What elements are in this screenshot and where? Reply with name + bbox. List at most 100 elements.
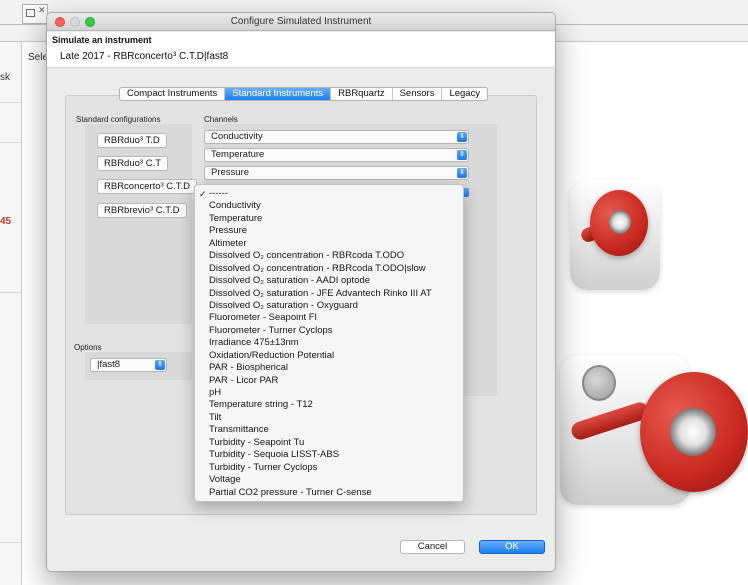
title-bar[interactable]: Configure Simulated Instrument [47,13,555,31]
divider [0,292,22,293]
channel-popup-1[interactable]: Conductivity ⇕ [204,130,469,144]
menu-item-label: PAR - Licor PAR [209,374,279,386]
instrument-summary: Late 2017 - RBRconcerto³ C.T.D|fast8 [60,51,229,62]
standard-configurations-label: Standard configurations [76,115,161,124]
options-popup[interactable]: |fast8 ⇕ [90,358,167,372]
channel-dropdown-menu: ✓ ------ Conductivity Temperature Pressure Al… [194,184,464,502]
menu-item[interactable]: Temperature string - T12 [195,399,463,411]
config-button-rbrduo-td[interactable]: RBRduo³ T.D [97,133,167,148]
menu-item[interactable]: Conductivity [195,200,463,212]
tab-standard-instruments[interactable]: Standard Instruments [225,88,332,100]
menu-item[interactable]: PAR - Biospherical [195,362,463,374]
menu-item-label: PAR - Biospherical [209,362,289,374]
menu-item[interactable]: Fluorometer - Turner Cyclops [195,325,463,337]
background-text: Sele [28,52,49,63]
config-button-rbrduo-ct[interactable]: RBRduo³ C.T [97,156,169,171]
menu-item[interactable]: Dissolved O₂ saturation - Oxyguard [195,300,463,312]
menu-item[interactable]: PAR - Licor PAR [195,375,463,387]
background-text: sk [0,72,10,83]
menu-item[interactable]: ✓ ------ [195,188,463,200]
menu-item-label: Temperature [209,212,263,224]
window-icon [26,9,35,17]
menu-item-label: Dissolved O₂ concentration - RBRcoda T.O… [209,250,405,262]
header-panel: Simulate an instrument Late 2017 - RBRco… [47,32,555,68]
menu-item[interactable]: Turbidity - Turner Cyclops [195,462,463,474]
menu-item[interactable]: Dissolved O₂ saturation - AADI optode [195,275,463,287]
chevron-updown-icon: ⇕ [457,168,467,178]
menu-item[interactable]: Altimeter [195,238,463,250]
window-title: Configure Simulated Instrument [230,16,372,27]
menu-item-label: ------ [209,188,228,199]
menu-item-label: Oxidation/Reduction Potential [209,349,335,361]
options-label: Options [74,343,102,352]
chevron-updown-icon: ⇕ [457,150,467,160]
menu-item[interactable]: Oxidation/Reduction Potential [195,350,463,362]
channel-value: Pressure [211,167,250,178]
tab-bar: Compact Instruments Standard Instruments… [119,87,489,101]
divider [0,142,22,143]
menu-item[interactable]: Fluorometer - Seapoint Fl [195,312,463,324]
menu-item[interactable]: Pressure [195,225,463,237]
tab-sensors[interactable]: Sensors [393,88,443,100]
menu-item[interactable]: Dissolved O₂ concentration - RBRcoda T.O… [195,263,463,275]
menu-item-label: Transmittance [209,424,269,436]
menu-item-label: Dissolved O₂ saturation - JFE Advantech … [209,287,432,299]
menu-item-label: Dissolved O₂ saturation - AADI optode [209,275,371,287]
menu-item[interactable]: Dissolved O₂ saturation - JFE Advantech … [195,288,463,300]
menu-item-label: Temperature string - T12 [209,399,313,411]
tab-compact-instruments[interactable]: Compact Instruments [120,88,226,100]
cancel-button[interactable]: Cancel [400,540,465,554]
menu-item[interactable]: Dissolved O₂ concentration - RBRcoda T.O… [195,250,463,262]
background-left-panel: sk 45 [0,42,22,585]
menu-item[interactable]: Partial CO2 pressure - Turner C-sense [195,487,463,499]
instrument-cap-lower [640,372,748,492]
menu-item[interactable]: pH [195,387,463,399]
dialog-heading: Simulate an instrument [52,35,152,45]
menu-item-label: Pressure [209,225,248,237]
channels-label: Channels [204,115,238,124]
logo-icon [582,365,616,401]
ok-button[interactable]: OK [479,540,545,554]
checkmark-icon: ✓ [199,189,207,199]
channel-popup-3[interactable]: Pressure ⇕ [204,166,469,180]
menu-item-label: Turbidity - Turner Cyclops [209,461,318,473]
config-button-rbrbrevio-ctd[interactable]: RBRbrevio³ C.T.D [97,203,187,218]
chevron-updown-icon: ⇕ [155,360,165,370]
tab-legacy[interactable]: Legacy [442,88,487,100]
menu-item-label: Tilt [209,411,222,423]
divider [0,102,22,103]
config-button-rbrconcerto-ctd[interactable]: RBRconcerto³ C.T.D [97,179,198,194]
instrument-cap-upper [590,190,648,256]
menu-item-label: Dissolved O₂ saturation - Oxyguard [209,299,358,311]
sensor-port-upper [609,210,631,234]
menu-item-label: Voltage [209,474,241,486]
channel-value: Conductivity [211,131,263,142]
chevron-updown-icon: ⇕ [457,132,467,142]
menu-item[interactable]: Turbidity - Sequoia LISST-ABS [195,449,463,461]
menu-item-label: pH [209,387,222,398]
menu-item-label: Dissolved O₂ concentration - RBRcoda T.O… [209,262,426,274]
options-box: |fast8 ⇕ [85,352,192,380]
menu-item-label: Fluorometer - Turner Cyclops [209,324,333,336]
menu-item[interactable]: Tilt [195,412,463,424]
menu-item[interactable]: Voltage [195,474,463,486]
menu-item[interactable]: Temperature [195,213,463,225]
menu-item-label: Turbidity - Sequoia LISST-ABS [209,449,340,461]
menu-item-label: Irradiance 475±13nm [209,337,299,349]
sensor-port-lower [670,408,716,456]
instrument-render-image [560,150,748,570]
menu-item[interactable]: Transmittance [195,424,463,436]
channel-popup-2[interactable]: Temperature ⇕ [204,148,469,162]
menu-item[interactable]: Irradiance 475±13nm [195,337,463,349]
menu-item[interactable]: Turbidity - Seapoint Tu [195,437,463,449]
close-icon[interactable]: ✕ [38,5,46,16]
menu-item-label: Fluorometer - Seapoint Fl [209,312,317,324]
menu-item-label: Conductivity [209,200,261,212]
tab-rbrquartz[interactable]: RBRquartz [331,88,393,100]
menu-item-label: Altimeter [209,237,247,249]
menu-item-label: Partial CO2 pressure - Turner C-sense [209,486,372,498]
channel-value: Temperature [211,149,265,160]
background-tab[interactable]: ✕ [22,4,48,24]
background-text-red: 45 [0,216,12,227]
configurations-list: RBRduo³ T.D RBRduo³ C.T RBRconcerto³ C.T… [85,124,198,324]
